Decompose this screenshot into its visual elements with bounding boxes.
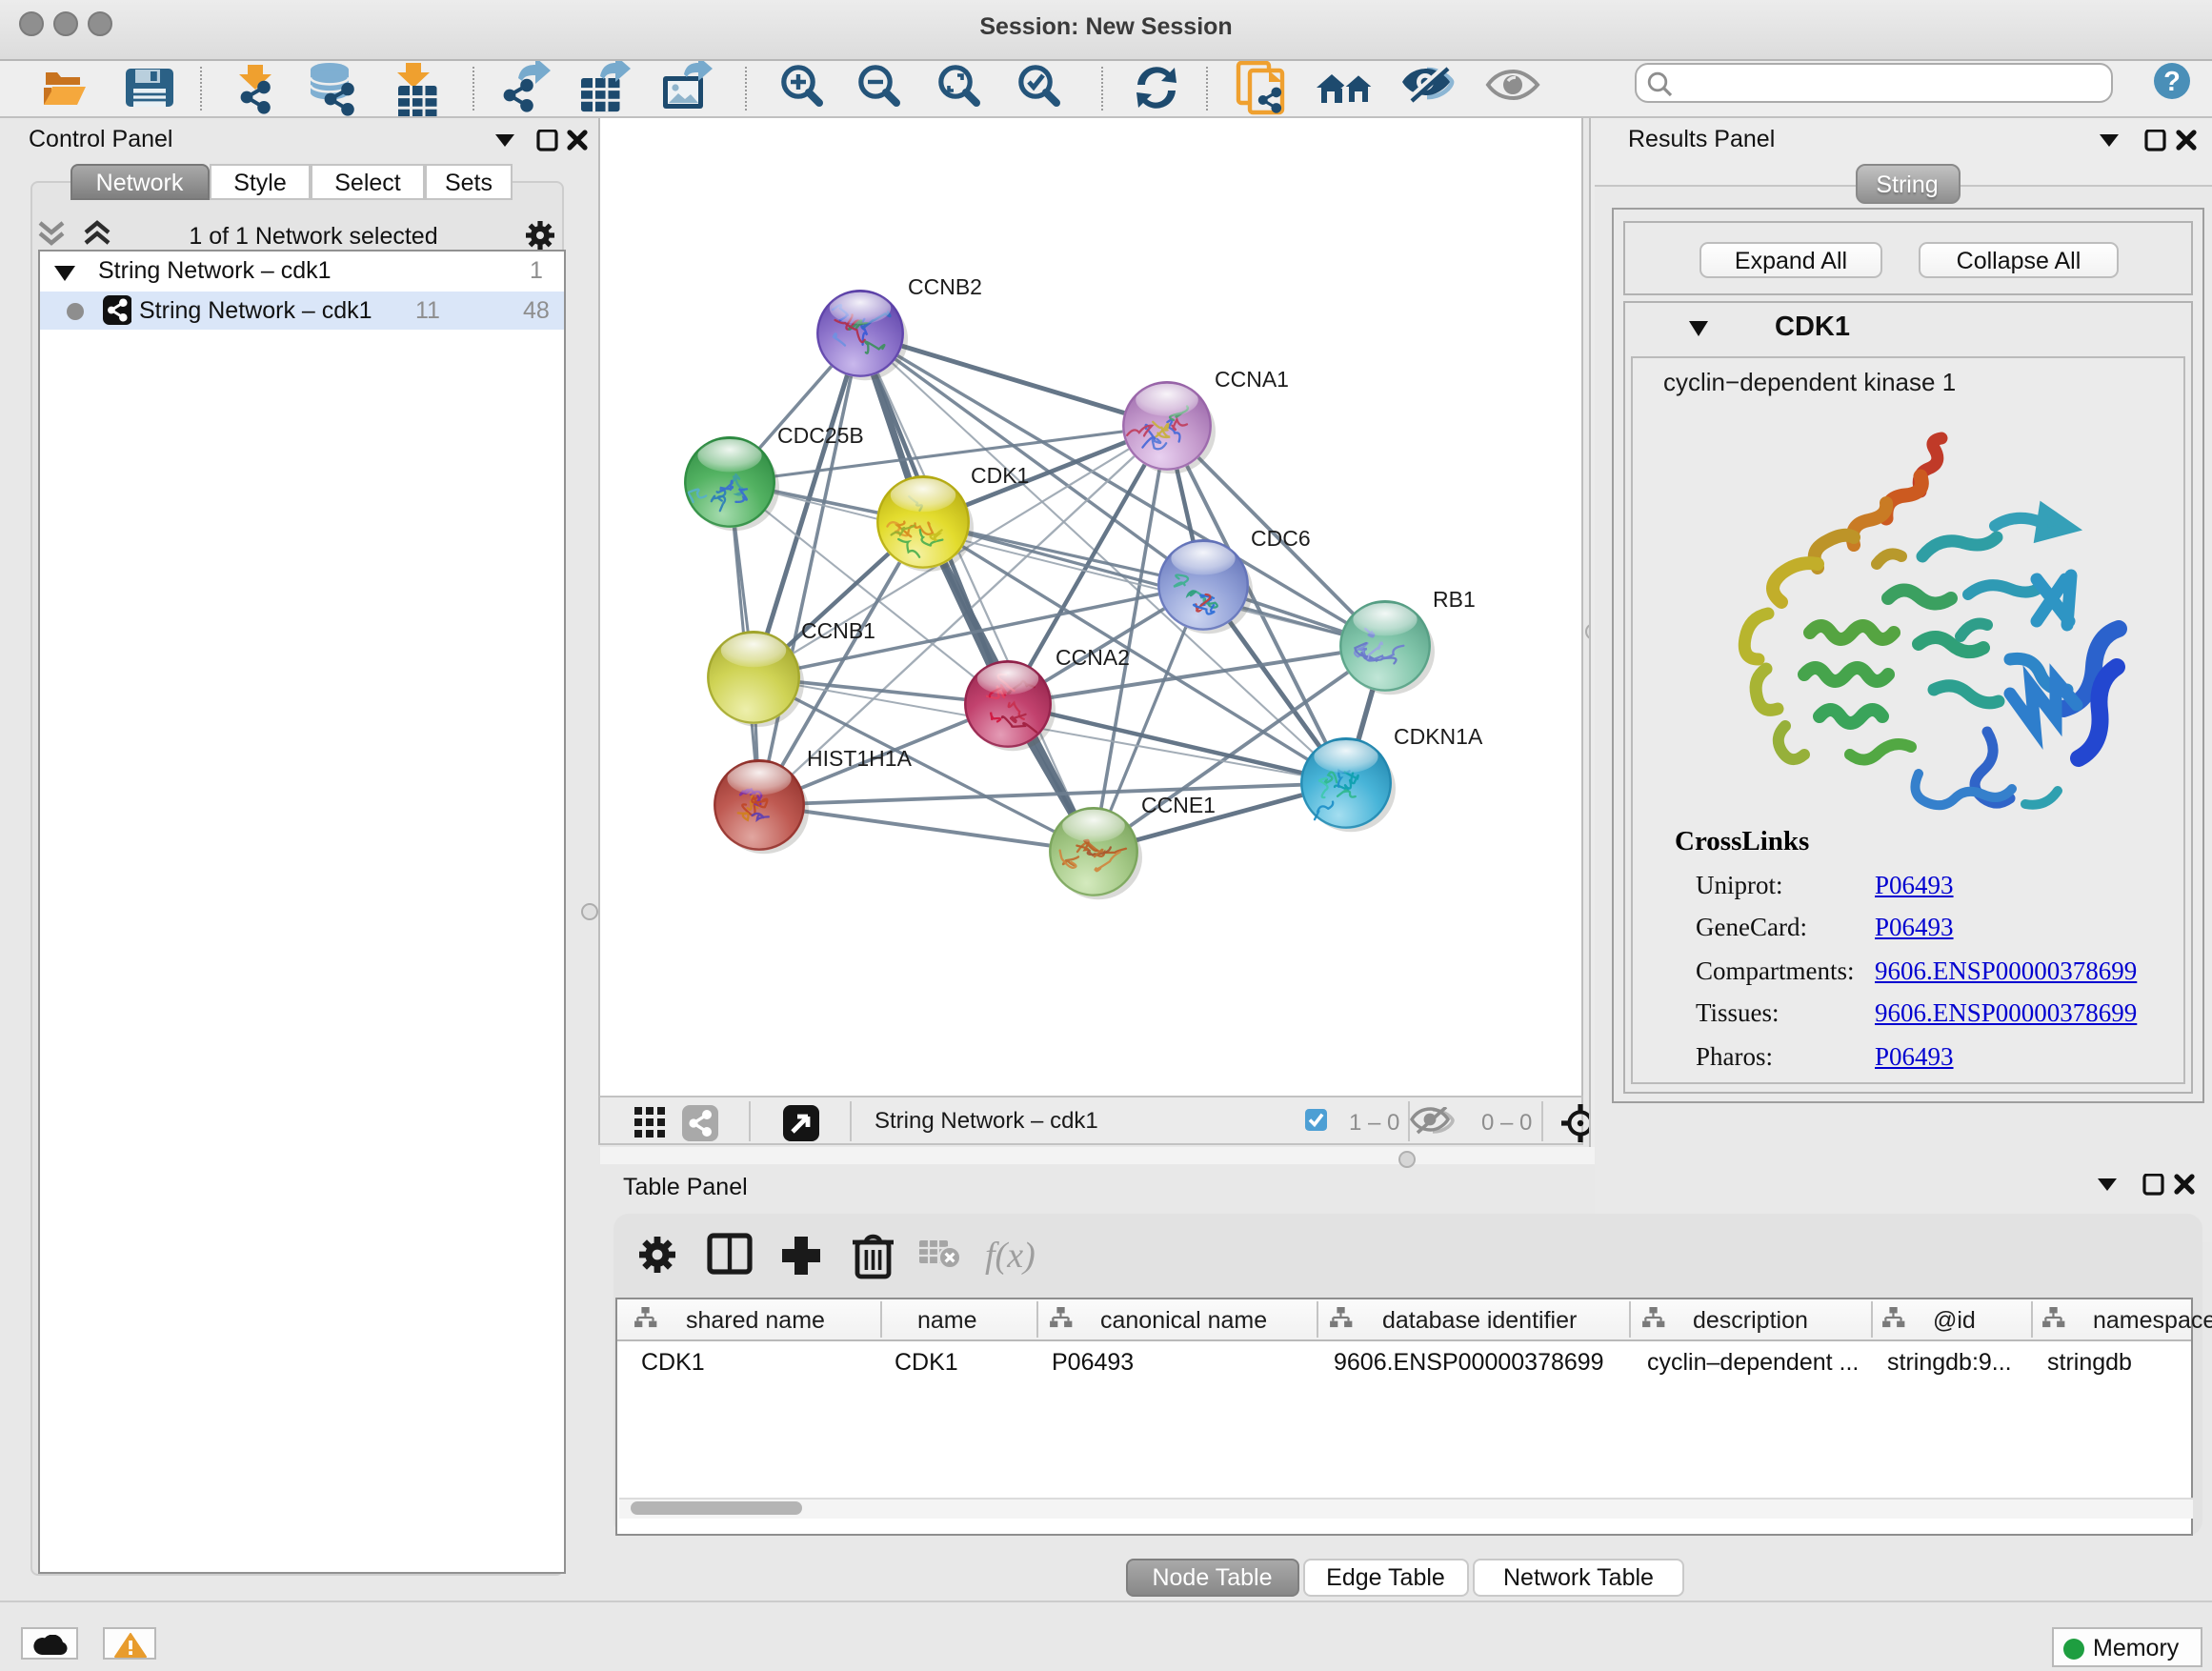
svg-text:CCNA2: CCNA2: [1056, 645, 1130, 670]
svg-text:?: ?: [2163, 67, 2181, 97]
svg-text:f(x): f(x): [985, 1236, 1036, 1276]
svg-text:CCNB1: CCNB1: [801, 618, 875, 643]
svg-text:CCNA1: CCNA1: [1215, 367, 1289, 392]
svg-text:CDC6: CDC6: [1251, 526, 1311, 551]
svg-text:CCNB2: CCNB2: [908, 274, 982, 299]
svg-text:RB1: RB1: [1433, 587, 1476, 612]
svg-text:CCNE1: CCNE1: [1141, 793, 1216, 817]
svg-text:CDK1: CDK1: [971, 463, 1029, 488]
svg-text:CDC25B: CDC25B: [777, 423, 864, 448]
svg-text:HIST1H1A: HIST1H1A: [807, 746, 913, 771]
svg-text:CDKN1A: CDKN1A: [1394, 724, 1483, 749]
